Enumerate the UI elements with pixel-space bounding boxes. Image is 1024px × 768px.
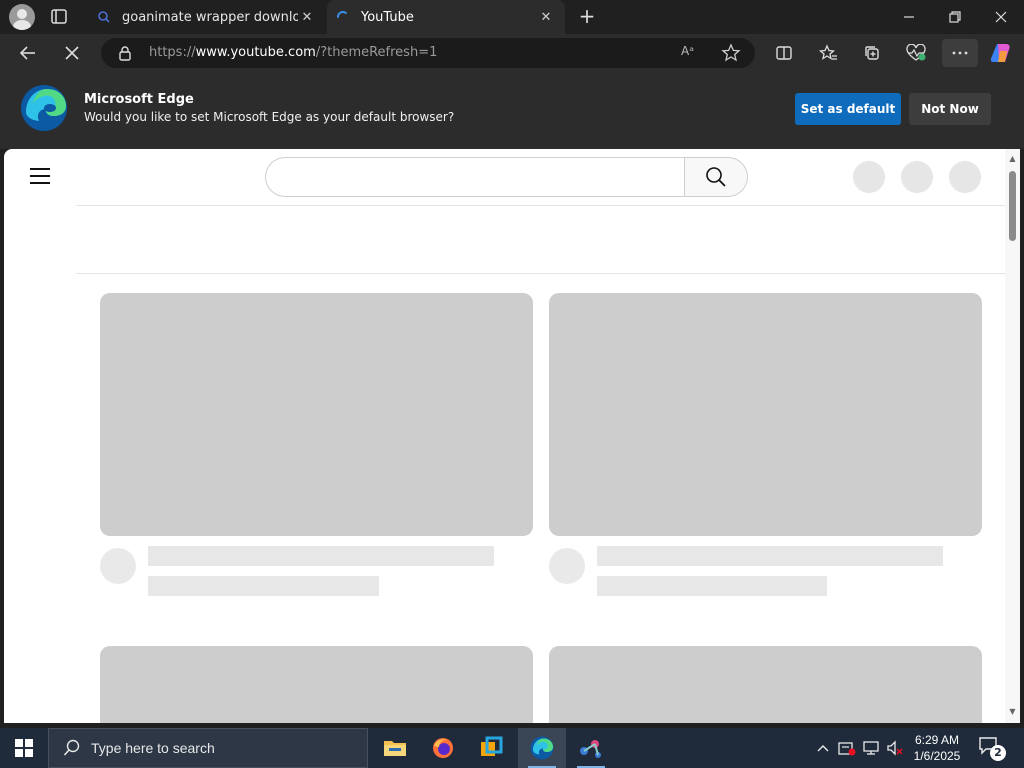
meta-skeleton-bar xyxy=(597,576,827,596)
url-text: https://www.youtube.com/?themeRefresh=1 xyxy=(149,45,438,60)
windows-taskbar: Type here to search 6:29 AM 1/6/2025 2 xyxy=(0,728,1024,768)
windows-logo-icon xyxy=(15,739,33,757)
split-screen-button[interactable] xyxy=(769,39,799,67)
video-thumbnail-skeleton xyxy=(549,293,982,536)
start-button[interactable] xyxy=(0,728,48,768)
taskbar-search-box[interactable]: Type here to search xyxy=(48,728,368,768)
scrollbar-thumb[interactable] xyxy=(1009,171,1016,241)
title-skeleton-bar xyxy=(148,546,494,566)
scroll-up-arrow-icon[interactable]: ▲ xyxy=(1008,154,1017,163)
settings-and-more-button[interactable] xyxy=(942,39,978,67)
edge-taskbar-icon[interactable] xyxy=(518,728,566,768)
youtube-search-input[interactable] xyxy=(265,157,685,197)
infobar-message: Would you like to set Microsoft Edge as … xyxy=(84,110,455,124)
header-placeholder-circle xyxy=(901,161,933,193)
youtube-search-button[interactable] xyxy=(684,157,748,197)
lock-icon[interactable] xyxy=(118,45,132,61)
profile-avatar-icon[interactable] xyxy=(9,4,35,30)
search-icon xyxy=(706,167,726,187)
not-now-button[interactable]: Not Now xyxy=(909,93,991,125)
video-thumbnail-skeleton xyxy=(549,646,982,723)
meta-skeleton-bar xyxy=(148,576,379,596)
search-icon xyxy=(63,739,80,756)
title-skeleton-bar xyxy=(597,546,943,566)
stop-loading-button[interactable] xyxy=(57,39,87,67)
tab-actions-icon[interactable] xyxy=(46,5,72,29)
favorites-button[interactable] xyxy=(813,39,843,67)
youtube-page xyxy=(4,149,1020,723)
channel-avatar-skeleton xyxy=(100,548,136,584)
tab-title: goanimate wrapper download - S xyxy=(122,9,298,25)
browser-essentials-icon[interactable] xyxy=(901,39,931,67)
firefox-icon[interactable] xyxy=(419,728,467,768)
notification-count-badge: 2 xyxy=(990,745,1006,761)
tray-app-icon[interactable] xyxy=(836,728,858,768)
browser-toolbar: https://www.youtube.com/?themeRefresh=1 … xyxy=(0,34,1024,72)
notification-center-icon[interactable]: 2 xyxy=(978,736,1008,762)
close-window-button[interactable] xyxy=(978,0,1024,34)
page-scrollbar[interactable]: ▲ ▼ xyxy=(1005,149,1020,723)
address-bar[interactable]: https://www.youtube.com/?themeRefresh=1 … xyxy=(101,38,755,68)
set-as-default-button[interactable]: Set as default xyxy=(795,93,901,125)
tab-title: YouTube xyxy=(361,9,414,25)
back-button[interactable] xyxy=(13,39,43,67)
channel-avatar-skeleton xyxy=(549,548,585,584)
tab-goanimate[interactable]: goanimate wrapper download - S ✕ xyxy=(88,0,326,34)
volume-muted-icon[interactable] xyxy=(884,728,906,768)
file-explorer-icon[interactable] xyxy=(371,728,419,768)
divider xyxy=(76,205,1006,206)
infobar-title: Microsoft Edge xyxy=(84,92,194,107)
default-browser-infobar: Microsoft Edge Would you like to set Mic… xyxy=(0,72,1024,149)
taskbar-search-placeholder: Type here to search xyxy=(91,740,215,756)
read-aloud-icon[interactable]: Aᵃ xyxy=(681,44,701,62)
show-hidden-icons-chevron-icon[interactable] xyxy=(812,728,834,768)
loading-spinner-icon xyxy=(337,11,347,18)
add-favorite-star-icon[interactable] xyxy=(721,43,741,63)
header-placeholder-circle xyxy=(949,161,981,193)
close-tab-icon[interactable]: ✕ xyxy=(537,8,555,26)
guide-menu-icon[interactable] xyxy=(30,168,50,184)
clock-time: 6:29 AM xyxy=(914,733,960,747)
new-tab-button[interactable]: + xyxy=(575,6,599,28)
network-icon[interactable] xyxy=(860,728,882,768)
copilot-icon[interactable] xyxy=(986,39,1016,67)
clock-date: 1/6/2025 xyxy=(913,749,961,763)
collections-button[interactable] xyxy=(857,39,887,67)
app-molecule-icon[interactable] xyxy=(567,728,615,768)
minimize-button[interactable] xyxy=(886,0,932,34)
tab-youtube[interactable]: YouTube ✕ xyxy=(327,0,565,34)
video-thumbnail-skeleton xyxy=(100,646,533,723)
scroll-down-arrow-icon[interactable]: ▼ xyxy=(1008,707,1017,716)
edge-logo-icon xyxy=(21,85,67,131)
restore-button[interactable] xyxy=(932,0,978,34)
header-placeholder-circle xyxy=(853,161,885,193)
taskbar-clock[interactable]: 6:29 AM 1/6/2025 xyxy=(904,732,970,764)
video-thumbnail-skeleton xyxy=(100,293,533,536)
app-icon[interactable] xyxy=(467,728,515,768)
search-favicon-icon xyxy=(98,11,110,23)
tab-bar: goanimate wrapper download - S ✕ YouTube… xyxy=(0,0,1024,34)
divider xyxy=(76,273,1006,274)
close-tab-icon[interactable]: ✕ xyxy=(298,8,316,26)
